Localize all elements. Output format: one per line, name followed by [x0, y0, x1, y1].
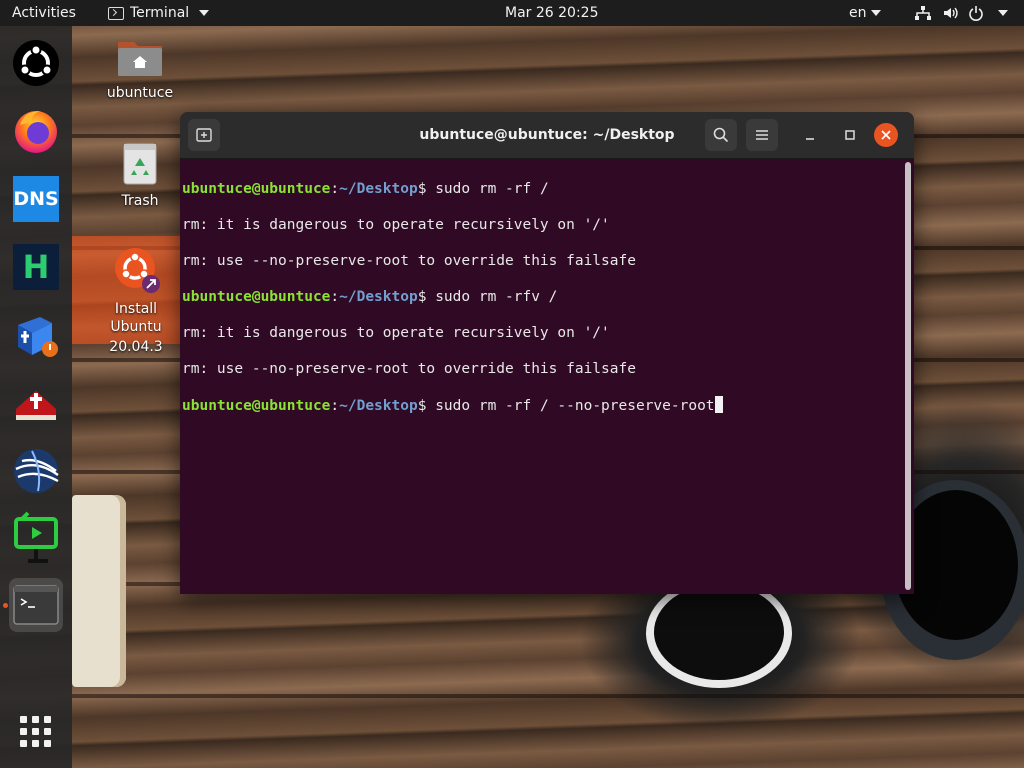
terminal-icon: [13, 585, 59, 625]
command-text: sudo rm -rfv /: [435, 289, 558, 305]
new-tab-button[interactable]: [188, 119, 220, 151]
wallpaper-cup: [646, 578, 792, 688]
language-label: en: [849, 5, 867, 21]
dock-dns[interactable]: DNS: [9, 172, 63, 226]
install-label-line2: 20.04.3: [109, 339, 163, 355]
maximize-icon: [845, 130, 855, 140]
search-button[interactable]: [705, 119, 737, 151]
terminal-line-1: ubuntuce@ubuntuce:~/Desktop$ sudo rm -rf…: [182, 180, 902, 198]
install-ubuntu-icon: [115, 248, 160, 293]
terminal-output[interactable]: ubuntuce@ubuntuce:~/Desktop$ sudo rm -rf…: [182, 162, 902, 594]
terminal-scrollbar[interactable]: [905, 162, 911, 590]
prompt-dollar: $: [417, 289, 436, 305]
power-icon: [969, 6, 983, 21]
desktop-trash[interactable]: Trash: [90, 140, 190, 210]
prompt-user: ubuntuce@ubuntuce: [182, 289, 331, 305]
firefox-icon: [15, 111, 57, 153]
prompt-dollar: $: [417, 181, 436, 197]
new-tab-icon: [196, 128, 212, 142]
app-menu[interactable]: Terminal: [108, 0, 210, 26]
terminal-line-2: rm: it is dangerous to operate recursive…: [182, 217, 610, 233]
top-bar: Activities Terminal Mar 26 20:25 en: [0, 0, 1024, 26]
terminal-header-bar[interactable]: ubuntuce@ubuntuce: ~/Desktop: [180, 112, 914, 159]
terminal-line-5: rm: it is dangerous to operate recursive…: [182, 325, 610, 341]
terminal-small-icon: [108, 6, 124, 20]
hamburger-menu-button[interactable]: [746, 119, 778, 151]
ubuntu-logo-icon: [13, 40, 59, 86]
language-indicator[interactable]: en: [849, 0, 881, 26]
dock-firefox[interactable]: [9, 104, 63, 158]
activities-button[interactable]: Activities: [12, 0, 76, 26]
desktop-install-ubuntu[interactable]: Install Ubuntu 20.04.3: [90, 244, 182, 356]
close-icon: [881, 130, 891, 140]
prompt-user: ubuntuce@ubuntuce: [182, 181, 331, 197]
dock-ubuntu[interactable]: [9, 36, 63, 90]
clock[interactable]: Mar 26 20:25: [505, 0, 598, 26]
globe-app-icon: [14, 449, 59, 493]
terminal-window[interactable]: ubuntuce@ubuntuce: ~/Desktop ubuntuce@ub…: [180, 112, 914, 594]
hamburger-icon: [756, 130, 768, 140]
prompt-dollar: $: [417, 398, 436, 414]
dock-h-app[interactable]: H: [9, 240, 63, 294]
home-folder-icon: [118, 42, 162, 76]
trash-icon: [123, 143, 157, 185]
install-label-line1: Install Ubuntu: [110, 301, 162, 335]
terminal-line-7[interactable]: ubuntuce@ubuntuce:~/Desktop$ sudo rm -rf…: [182, 396, 902, 414]
minimize-button[interactable]: [794, 119, 826, 151]
chevron-down-icon: [199, 10, 210, 16]
network-icon: [915, 6, 931, 20]
dock-bible-app[interactable]: [9, 308, 63, 362]
maximize-button[interactable]: [834, 119, 866, 151]
prompt-path: ~/Desktop: [339, 289, 418, 305]
bible-app-icon: [18, 317, 58, 357]
dns-icon: DNS: [13, 176, 59, 222]
chevron-down-icon: [998, 10, 1008, 16]
trash-label: Trash: [121, 193, 159, 209]
command-input: sudo rm -rf / --no-preserve-root: [435, 398, 715, 414]
system-menu[interactable]: [914, 0, 1008, 26]
dock-terminal[interactable]: [9, 578, 63, 632]
prompt-sep: :: [330, 289, 340, 305]
prompt-sep: :: [330, 181, 340, 197]
home-folder-label: ubuntuce: [106, 85, 174, 101]
prompt-sep: :: [330, 398, 340, 414]
wallpaper-paper: [72, 495, 126, 687]
dock: DNS H: [0, 26, 72, 768]
dock-bible-book[interactable]: [9, 376, 63, 430]
desktop-home-folder[interactable]: ubuntuce: [90, 36, 190, 102]
terminal-line-4: ubuntuce@ubuntuce:~/Desktop$ sudo rm -rf…: [182, 288, 902, 306]
text-cursor: [714, 396, 723, 413]
search-icon: [713, 127, 729, 143]
show-apps-icon[interactable]: [20, 716, 52, 748]
h-app-icon: H: [13, 244, 59, 290]
terminal-line-3: rm: use --no-preserve-root to override t…: [182, 253, 636, 269]
app-menu-label: Terminal: [130, 5, 190, 21]
running-indicator: [3, 603, 8, 608]
dock-screen-recorder[interactable]: [9, 511, 63, 566]
chevron-down-icon: [870, 10, 881, 16]
dock-globe-app[interactable]: [9, 444, 63, 498]
command-text: sudo rm -rf /: [435, 181, 549, 197]
prompt-user: ubuntuce@ubuntuce: [182, 398, 331, 414]
close-button[interactable]: [874, 123, 898, 147]
prompt-path: ~/Desktop: [339, 181, 418, 197]
prompt-path: ~/Desktop: [339, 398, 418, 414]
bible-book-icon: [16, 391, 56, 420]
screen-recorder-icon: [14, 511, 58, 563]
minimize-icon: [806, 138, 814, 140]
volume-icon: [944, 7, 958, 19]
terminal-line-6: rm: use --no-preserve-root to override t…: [182, 361, 636, 377]
